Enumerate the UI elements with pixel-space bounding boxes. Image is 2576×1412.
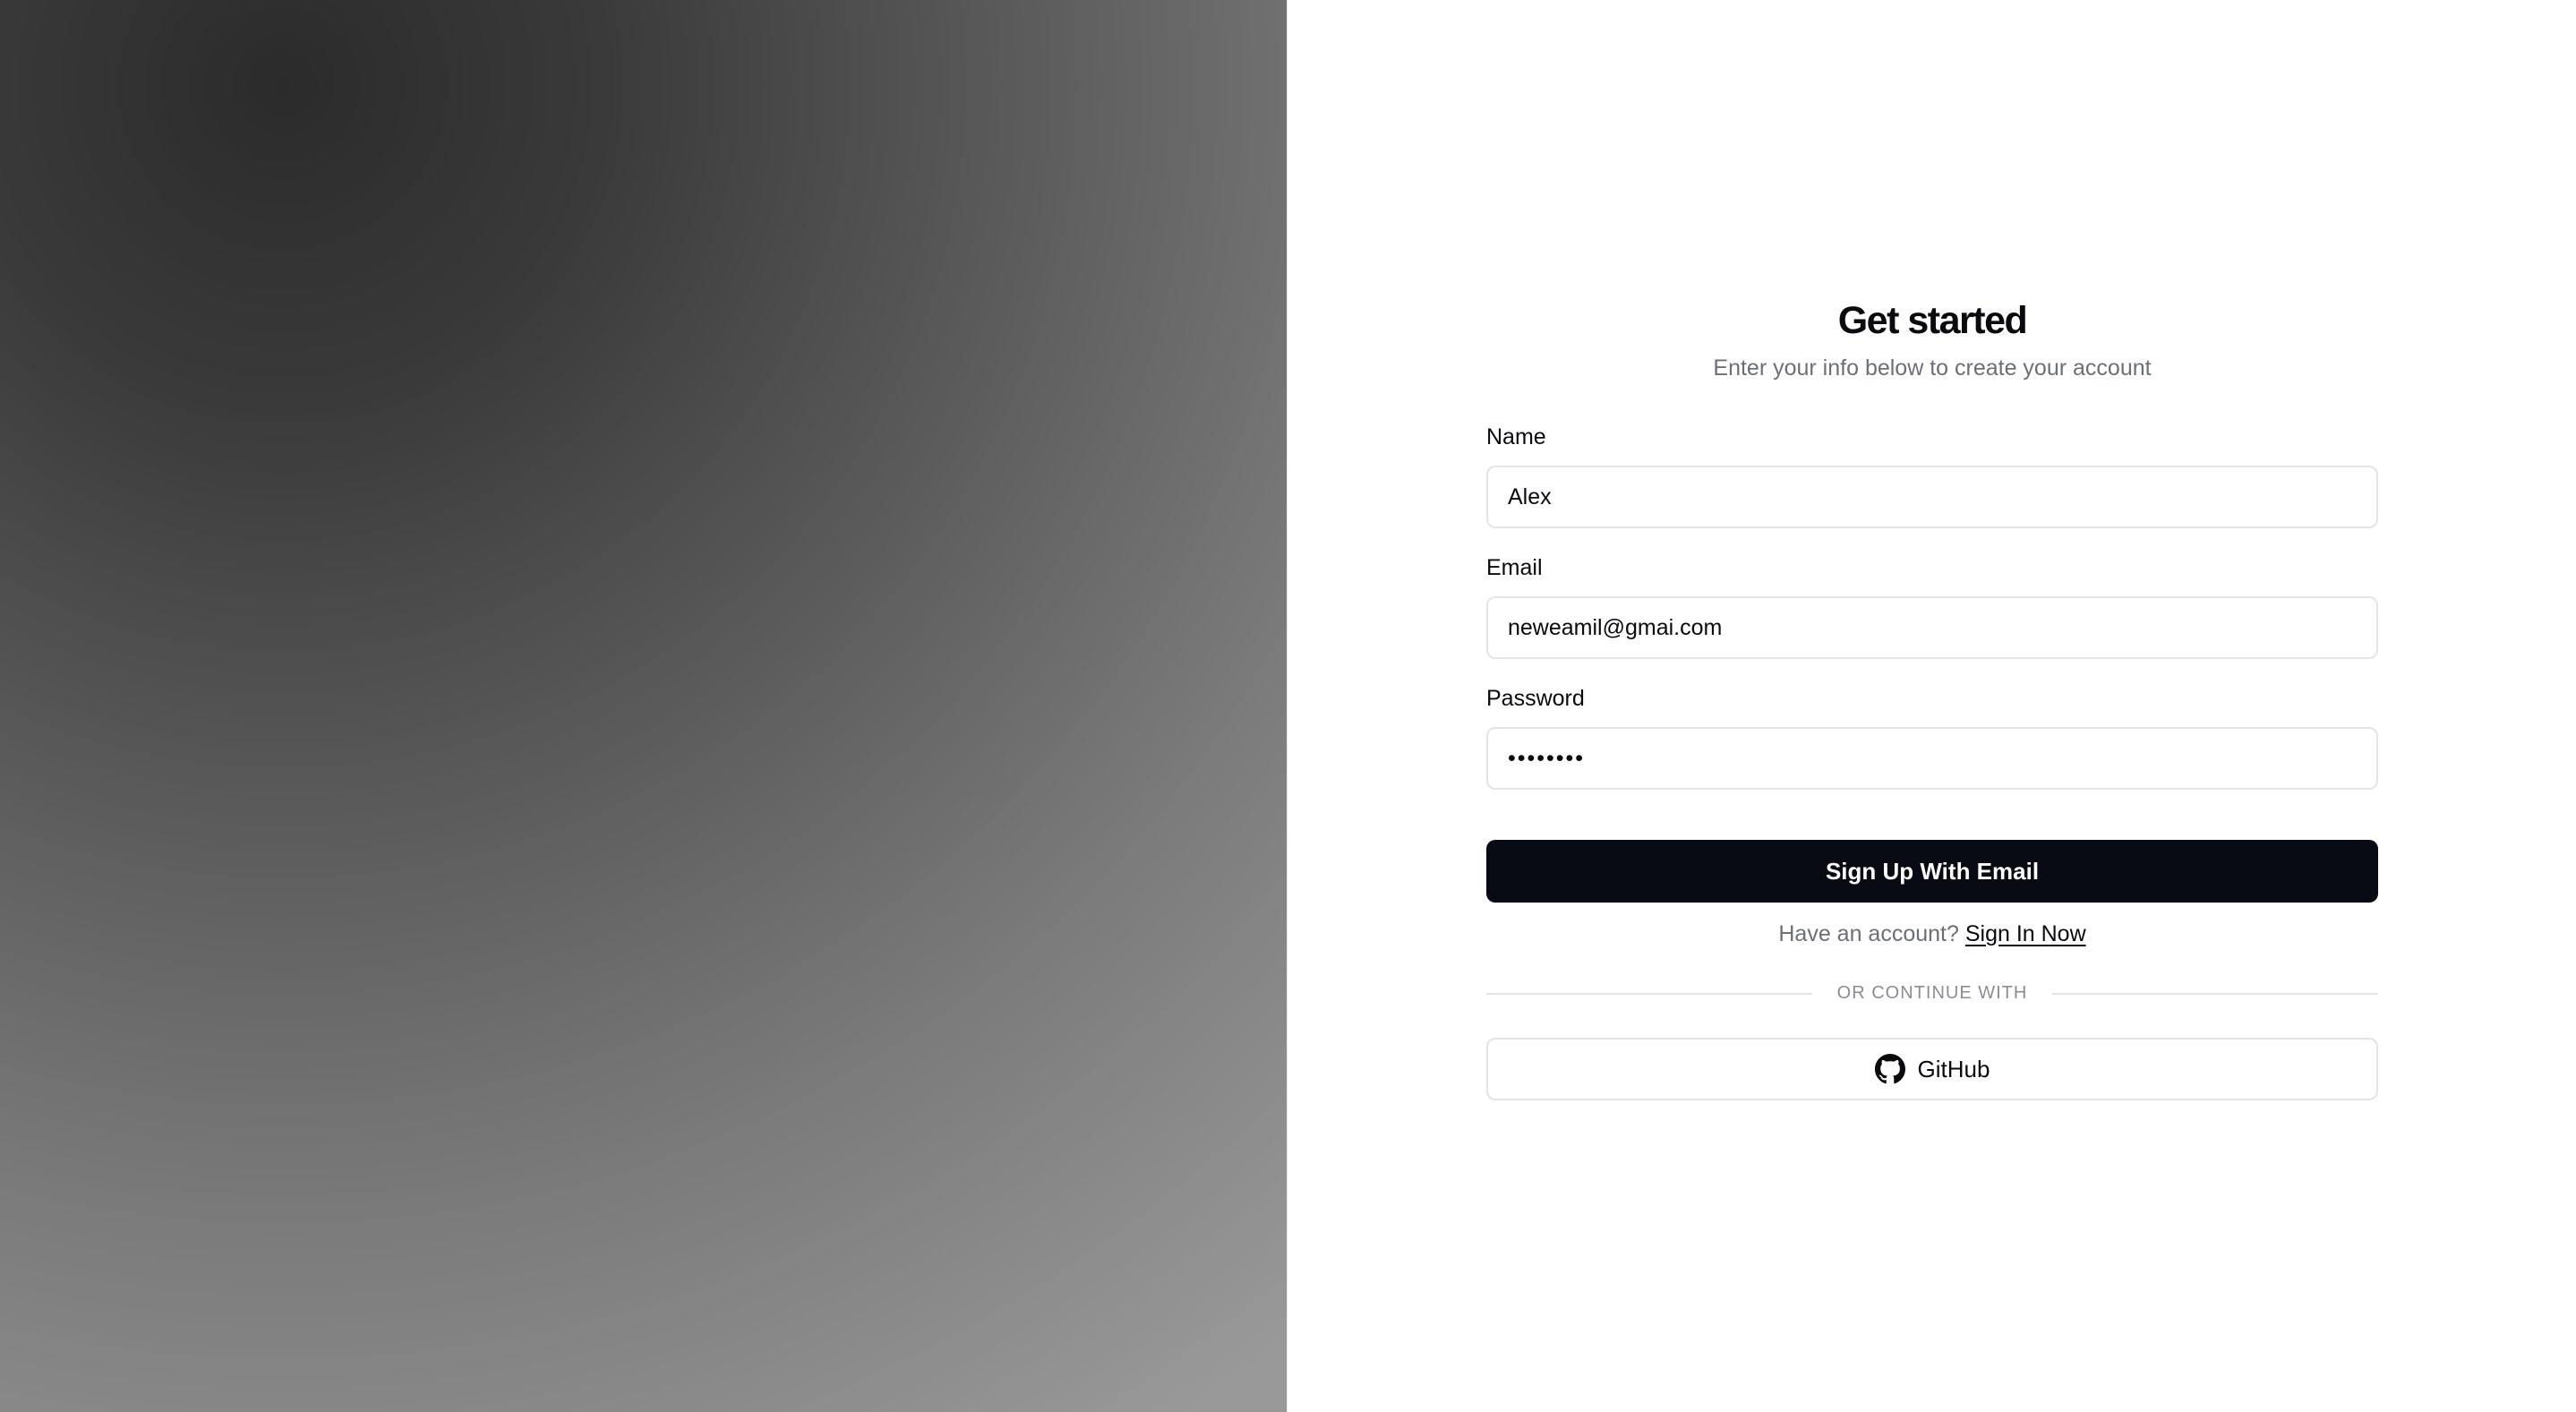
email-label: Email: [1486, 555, 1543, 580]
form-panel: Get started Enter your info below to cre…: [1287, 0, 2576, 1412]
github-button-label: GitHub: [1917, 1055, 1990, 1083]
page-subtitle: Enter your info below to create your acc…: [1713, 355, 2152, 381]
signup-page: Get started Enter your info below to cre…: [0, 0, 2576, 1412]
or-continue-divider: OR CONTINUE WITH: [1486, 983, 2378, 1004]
sign-in-now-link[interactable]: Sign In Now: [1965, 921, 2086, 946]
sign-up-with-email-button[interactable]: Sign Up With Email: [1486, 840, 2378, 903]
name-input[interactable]: [1486, 466, 2378, 528]
page-title: Get started: [1837, 299, 2028, 342]
email-input[interactable]: [1486, 596, 2378, 659]
signin-prompt: Have an account?: [1778, 921, 1959, 946]
password-label: Password: [1486, 686, 1585, 711]
name-label: Name: [1486, 424, 1546, 449]
github-icon: [1874, 1054, 1905, 1084]
hero-gradient-panel: [0, 0, 1287, 1412]
divider-line-right: [2052, 992, 2378, 995]
divider-line-left: [1486, 992, 1812, 995]
divider-text: OR CONTINUE WITH: [1836, 983, 2028, 1003]
password-field-group: Password: [1486, 684, 2378, 790]
github-button[interactable]: GitHub: [1486, 1038, 2378, 1100]
password-input[interactable]: [1486, 727, 2378, 790]
signin-row: Have an account? Sign In Now: [1486, 919, 2378, 949]
name-field-group: Name: [1486, 423, 2378, 528]
email-field-group: Email: [1486, 553, 2378, 659]
signup-form: Get started Enter your info below to cre…: [1486, 295, 2378, 1100]
